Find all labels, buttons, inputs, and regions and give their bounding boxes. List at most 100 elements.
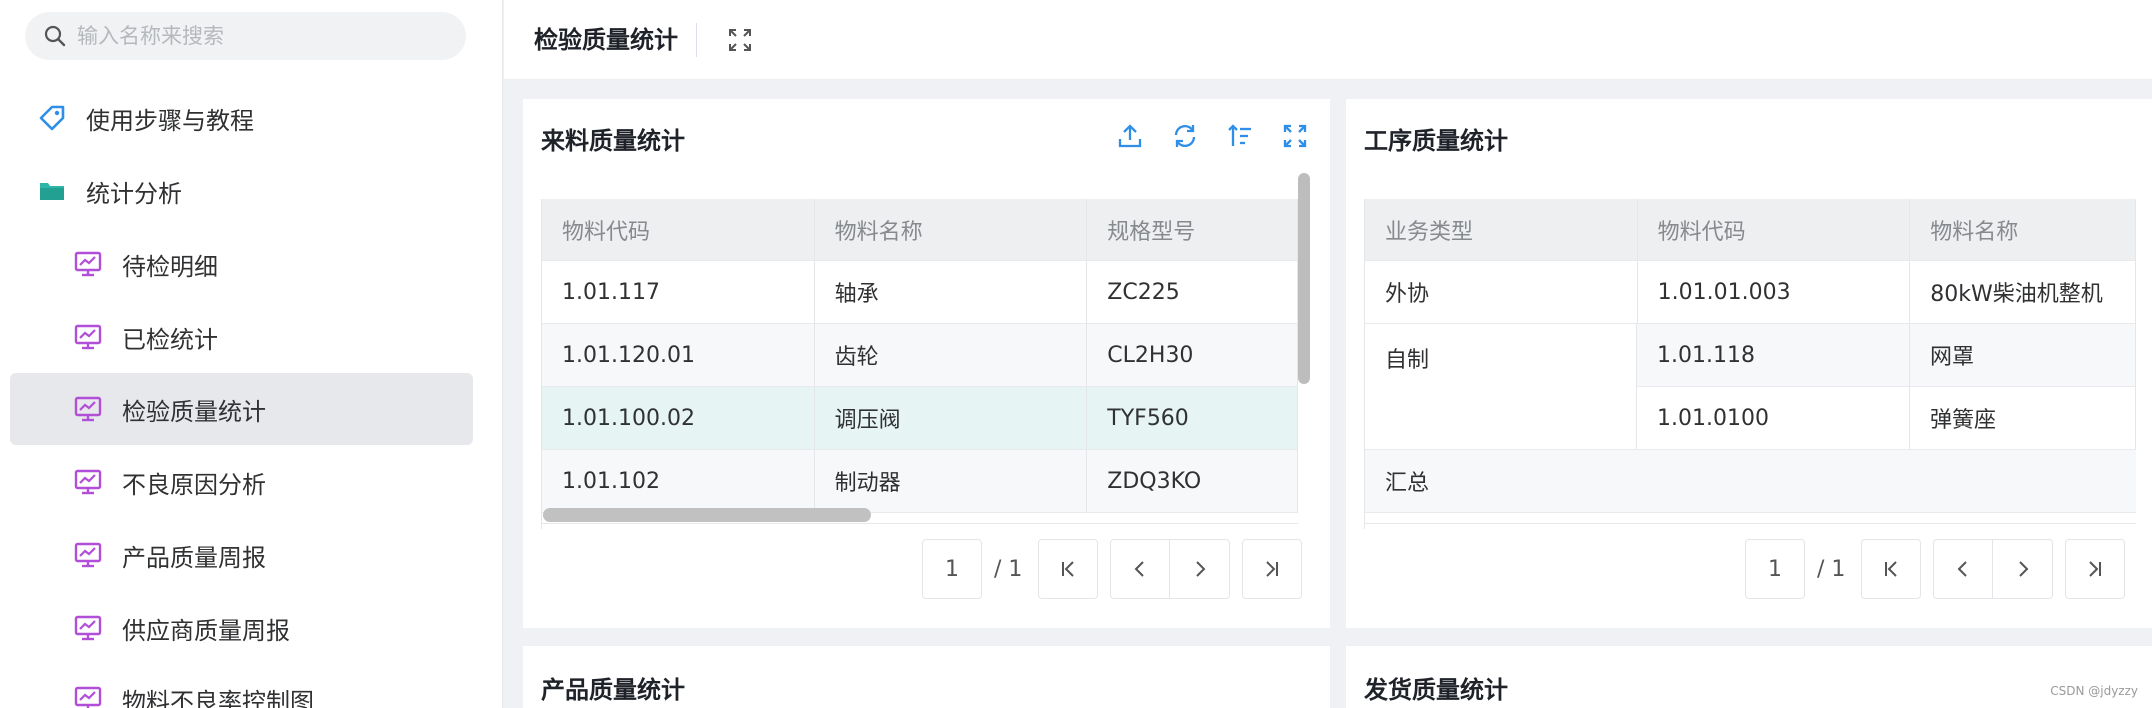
sidebar-item-pending-detail[interactable]: 待检明细 <box>10 228 473 300</box>
table-row-selected[interactable]: 1.01.100.02 调压阀 TYF560 <box>542 387 1298 450</box>
incoming-quality-card: 来料质量统计 物料代码 物料名称 规格型号 1.01.117 轴承 ZC225 … <box>523 99 1330 628</box>
page-total: / 1 <box>994 556 1023 582</box>
table-header-row: 业务类型 物料代码 物料名称 <box>1365 199 2136 261</box>
table-cell: 齿轮 <box>814 324 1088 387</box>
column-header[interactable]: 业务类型 <box>1365 199 1638 261</box>
column-header[interactable]: 物料名称 <box>814 199 1088 261</box>
sidebar-item-checked-stats[interactable]: 已检统计 <box>10 301 473 373</box>
table-row[interactable]: 1.01.120.01 齿轮 CL2H30 <box>542 324 1298 387</box>
vertical-scrollbar[interactable] <box>1298 173 1310 384</box>
search-input[interactable] <box>77 24 457 48</box>
chart-monitor-icon <box>70 319 106 355</box>
table-subrow[interactable]: 1.01.118 网罩 <box>1637 324 2136 387</box>
sidebar-item-label: 检验质量统计 <box>122 397 266 426</box>
table-cell: 外协 <box>1365 261 1638 324</box>
column-header[interactable]: 物料代码 <box>1637 199 1911 261</box>
table-row[interactable]: 外协 1.01.01.003 80kW柴油机整机 <box>1365 261 2136 324</box>
table-cell: 1.01.120.01 <box>542 324 815 387</box>
process-quality-card: 工序质量统计 业务类型 物料代码 物料名称 外协 1.01.01.003 80k… <box>1346 99 2152 628</box>
card-title: 工序质量统计 <box>1364 127 1508 155</box>
table-cell: 制动器 <box>814 450 1088 513</box>
sidebar: 使用步骤与教程 统计分析 待检明细 已检统计 检验质量统计 不良原因分析 <box>0 0 503 708</box>
prev-page-button[interactable] <box>1933 539 1994 599</box>
fullscreen-icon[interactable] <box>725 25 755 55</box>
table-cell: 1.01.117 <box>542 261 815 324</box>
product-quality-card: 产品质量统计 <box>523 646 1330 708</box>
column-header[interactable]: 物料名称 <box>1910 199 2136 261</box>
sidebar-item-defect-cause[interactable]: 不良原因分析 <box>10 446 473 518</box>
chart-monitor-icon <box>70 246 106 282</box>
table-row[interactable]: 1.01.117 轴承 ZC225 <box>542 261 1298 324</box>
chart-monitor-icon <box>70 610 106 646</box>
sidebar-item-label: 使用步骤与教程 <box>86 106 254 135</box>
column-header[interactable]: 物料代码 <box>542 199 815 261</box>
process-table: 业务类型 物料代码 物料名称 外协 1.01.01.003 80kW柴油机整机 … <box>1364 199 2136 529</box>
table-cell: ZC225 <box>1087 261 1298 324</box>
sort-icon[interactable] <box>1223 119 1256 152</box>
table-row[interactable]: 1.01.102 制动器 ZDQ3KO <box>542 450 1298 513</box>
table-cell: CL2H30 <box>1087 324 1298 387</box>
sidebar-item-label: 物料不良率控制图 <box>122 687 314 708</box>
table-cell: 调压阀 <box>814 387 1088 450</box>
divider <box>541 523 1298 524</box>
sidebar-item-inspection-quality[interactable]: 检验质量统计 <box>10 373 473 445</box>
page-title: 检验质量统计 <box>534 22 697 57</box>
table-cell: 弹簧座 <box>1910 387 2136 450</box>
table-cell: 网罩 <box>1910 324 2136 387</box>
column-header[interactable]: 规格型号 <box>1087 199 1298 261</box>
table-cell: ZDQ3KO <box>1087 450 1298 513</box>
pagination: 1 / 1 <box>922 539 1303 599</box>
divider <box>1364 523 2136 524</box>
sidebar-item-label: 供应商质量周报 <box>122 616 290 645</box>
table-header-row: 物料代码 物料名称 规格型号 <box>542 199 1298 261</box>
card-title: 产品质量统计 <box>541 676 685 704</box>
search-box[interactable] <box>25 12 466 60</box>
incoming-table: 物料代码 物料名称 规格型号 1.01.117 轴承 ZC225 1.01.12… <box>541 199 1298 529</box>
watermark: CSDN @jdyzzy <box>2050 684 2138 698</box>
expand-icon[interactable] <box>1278 119 1311 152</box>
table-cell: 1.01.118 <box>1637 324 1910 387</box>
sidebar-item-supplier-weekly[interactable]: 供应商质量周报 <box>10 592 473 664</box>
summary-row: 汇总 <box>1365 450 2136 513</box>
summary-label: 汇总 <box>1365 450 2136 513</box>
prev-page-button[interactable] <box>1110 539 1171 599</box>
chart-monitor-icon <box>70 464 106 500</box>
last-page-button[interactable] <box>2065 539 2126 599</box>
sidebar-item-label: 已检统计 <box>122 325 218 354</box>
sidebar-item-label: 不良原因分析 <box>122 470 266 499</box>
chart-monitor-icon <box>70 681 106 708</box>
page-input[interactable]: 1 <box>1745 539 1805 599</box>
table-cell-merged: 自制 <box>1365 324 1637 450</box>
last-page-button[interactable] <box>1242 539 1303 599</box>
table-cell: TYF560 <box>1087 387 1298 450</box>
first-page-button[interactable] <box>1861 539 1922 599</box>
page-total: / 1 <box>1817 556 1846 582</box>
table-row-merged[interactable]: 自制 1.01.118 网罩 1.01.0100 弹簧座 <box>1365 324 2136 450</box>
next-page-button[interactable] <box>1993 539 2054 599</box>
sidebar-item-defect-control-chart[interactable]: 物料不良率控制图 <box>10 663 473 708</box>
export-icon[interactable] <box>1113 119 1146 152</box>
horizontal-scrollbar[interactable] <box>543 508 871 522</box>
sidebar-item-tutorial[interactable]: 使用步骤与教程 <box>10 82 473 154</box>
first-page-button[interactable] <box>1038 539 1099 599</box>
next-page-button[interactable] <box>1170 539 1231 599</box>
pagination: 1 / 1 <box>1745 539 2126 599</box>
table-cell: 80kW柴油机整机 <box>1910 261 2136 324</box>
merged-subrows: 1.01.118 网罩 1.01.0100 弹簧座 <box>1637 324 2136 450</box>
chart-monitor-icon <box>70 537 106 573</box>
page-input[interactable]: 1 <box>922 539 982 599</box>
card-title: 来料质量统计 <box>541 127 685 155</box>
table-cell: 1.01.102 <box>542 450 815 513</box>
sidebar-item-label: 产品质量周报 <box>122 543 266 572</box>
card-title: 发货质量统计 <box>1364 676 1508 704</box>
tag-icon <box>34 100 70 136</box>
sidebar-item-label: 统计分析 <box>86 179 182 208</box>
sidebar-item-product-weekly[interactable]: 产品质量周报 <box>10 519 473 591</box>
sidebar-item-statistics[interactable]: 统计分析 <box>10 155 473 227</box>
sidebar-item-label: 待检明细 <box>122 252 218 281</box>
table-subrow[interactable]: 1.01.0100 弹簧座 <box>1637 387 2136 450</box>
table-cell: 轴承 <box>814 261 1088 324</box>
folder-icon <box>34 173 70 209</box>
refresh-icon[interactable] <box>1168 119 1201 152</box>
chart-monitor-icon <box>70 391 106 427</box>
